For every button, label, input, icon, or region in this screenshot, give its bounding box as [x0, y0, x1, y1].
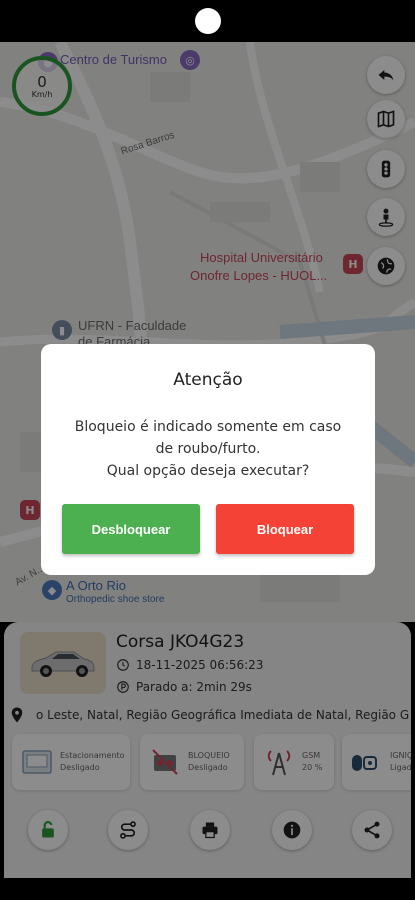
unlock-button[interactable]: Desbloquear [62, 504, 200, 554]
status-bar [0, 0, 415, 42]
camera-cutout [195, 8, 221, 34]
navigation-bar [0, 878, 415, 900]
dialog-message: Bloqueio é indicado somente em caso de r… [61, 416, 355, 482]
app-screen: ● Centro de Turismo ◎ Rosa Barros Hospit… [0, 0, 415, 900]
confirm-dialog: Atenção Bloqueio é indicado somente em c… [41, 344, 375, 575]
dialog-message-line1: Bloqueio é indicado somente em caso [74, 419, 342, 435]
lock-button[interactable]: Bloquear [216, 504, 354, 554]
dialog-message-line3: Qual opção deseja executar? [106, 463, 310, 479]
dialog-title: Atenção [173, 370, 243, 390]
dialog-message-line2: de roubo/furto. [155, 441, 261, 457]
